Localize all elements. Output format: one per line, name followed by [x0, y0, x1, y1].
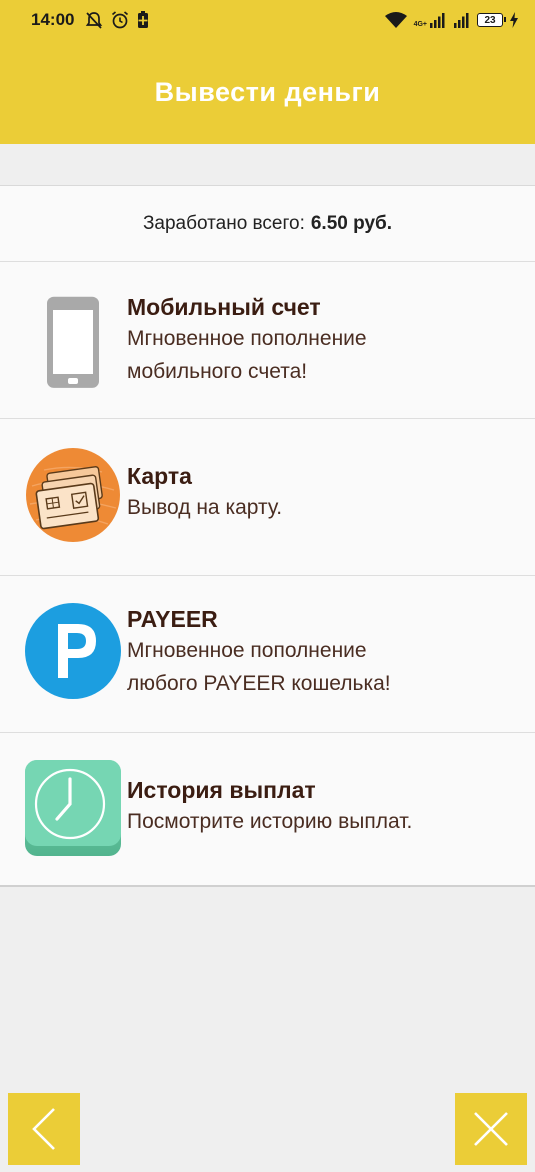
network-type: 4G+: [413, 21, 427, 28]
alarm-icon: [112, 11, 129, 29]
item-desc-line1: Мгновенное пополнение: [127, 327, 367, 350]
page-title: Вывести деньги: [154, 76, 381, 107]
menu-item-mobile-text: Мобильный счет Мгновенное пополнение моб…: [127, 292, 525, 388]
menu-item-payeer-text: PAYEER Мгновенное пополнение любого PAYE…: [127, 604, 525, 700]
item-desc-line2: мобильного счета!: [127, 360, 308, 383]
chevron-left-icon: [32, 1108, 55, 1150]
battery-level: 23: [484, 14, 496, 26]
network-indicator: 4G+: [414, 12, 447, 28]
close-icon: [474, 1112, 508, 1146]
menu-item-mobile[interactable]: Мобильный счет Мгновенное пополнение моб…: [0, 262, 535, 419]
signal-icon-1: [430, 13, 445, 28]
payeer-icon: [25, 603, 121, 699]
signal-icon-2: [454, 13, 469, 28]
total-label: Заработано всего:: [142, 212, 305, 234]
wifi-icon: [384, 12, 407, 28]
back-button[interactable]: [8, 1093, 80, 1165]
total-earned: Заработано всего: 6.50 руб.: [0, 186, 535, 262]
item-desc-line1: Мгновенное пополнение: [127, 639, 367, 662]
menu-item-card[interactable]: Карта Вывод на карту.: [0, 419, 535, 576]
item-desc-line2: любого PAYEER кошелька!: [127, 672, 391, 695]
phone-icon: [47, 296, 99, 388]
notifications-off-icon: [86, 12, 103, 29]
status-right-icons: 4G+ 23: [384, 11, 519, 29]
item-title: Карта: [127, 463, 192, 489]
clock-icon: [25, 760, 121, 856]
card-icon: [26, 448, 120, 542]
app-header: Вывести деньги: [0, 40, 535, 144]
charging-icon: [510, 12, 518, 28]
item-desc-line1: Вывод на карту.: [127, 496, 283, 519]
item-desc-line1: Посмотрите историю выплат.: [127, 810, 413, 833]
withdraw-card: Заработано всего: 6.50 руб. Мобильный сч…: [0, 185, 535, 887]
total-value: 6.50 руб.: [310, 212, 393, 234]
menu-item-history-text: История выплат Посмотрите историю выплат…: [127, 775, 525, 838]
menu-item-payeer[interactable]: PAYEER Мгновенное пополнение любого PAYE…: [0, 576, 535, 733]
status-time: 14:00: [31, 10, 75, 29]
item-title: PAYEER: [127, 606, 218, 632]
menu-item-card-text: Карта Вывод на карту.: [127, 461, 525, 524]
item-title: История выплат: [127, 777, 316, 803]
status-left-icons: [84, 10, 150, 30]
menu-item-history[interactable]: История выплат Посмотрите историю выплат…: [0, 733, 535, 887]
battery-saver-icon: [138, 11, 149, 28]
close-button[interactable]: [455, 1093, 527, 1165]
battery-indicator: 23: [477, 13, 506, 27]
status-bar: 14:00 4G+ 23: [0, 0, 535, 40]
item-title: Мобильный счет: [127, 294, 321, 320]
